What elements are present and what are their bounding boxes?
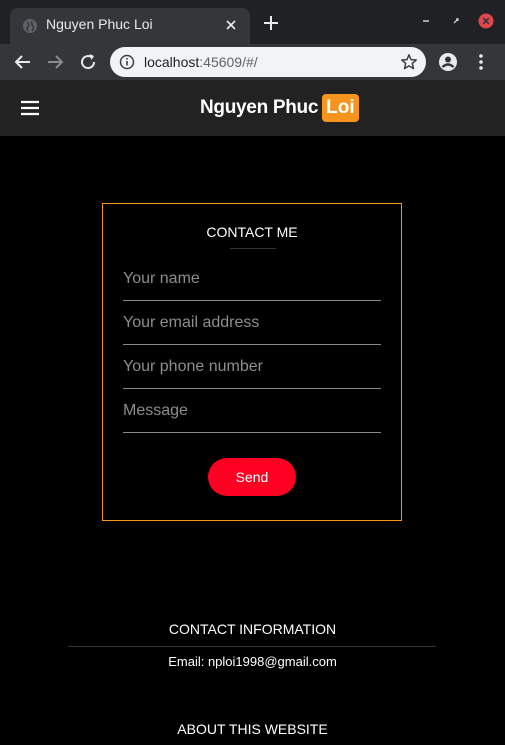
phone-input[interactable] [123,345,381,389]
reload-icon[interactable] [77,51,99,73]
hamburger-menu-icon[interactable] [20,99,40,117]
contact-form-title: CONTACT ME [206,224,298,240]
site-header: Nguyen Phuc Loi [0,80,505,136]
site-logo[interactable]: Nguyen Phuc Loi [200,92,359,124]
new-tab-icon[interactable] [262,14,280,32]
name-input[interactable] [123,257,381,301]
close-tab-icon[interactable] [222,16,240,34]
logo-accent: Loi [322,94,359,122]
minimize-icon[interactable] [418,13,434,29]
contact-email: Email: nploi1998@gmail.com [168,654,337,669]
url-text: localhost:45609/#/ [144,54,258,70]
logo-name: Nguyen Phuc [200,97,319,118]
restore-icon[interactable] [448,13,464,29]
more-menu-icon[interactable] [470,51,492,73]
browser-tab[interactable]: Nguyen Phuc Loi [10,8,250,44]
send-button[interactable]: Send [208,458,296,496]
account-icon[interactable] [437,51,459,73]
globe-icon [23,19,37,33]
about-heading: ABOUT THIS WEBSITE [177,721,328,737]
contact-info-divider [68,646,436,647]
title-divider [230,248,276,249]
close-window-icon[interactable] [478,13,494,29]
bookmark-star-icon[interactable] [400,53,418,71]
contact-form: CONTACT ME Send [102,203,402,521]
tab-title: Nguyen Phuc Loi [46,16,153,32]
address-bar[interactable]: localhost:45609/#/ [110,47,426,77]
forward-arrow-icon[interactable] [44,51,66,73]
contact-info-heading: CONTACT INFORMATION [168,621,337,637]
message-input[interactable] [123,389,381,433]
info-icon[interactable] [119,54,135,70]
url-path: :45609/#/ [199,54,258,70]
url-host: localhost [144,54,200,70]
browser-toolbar: localhost:45609/#/ [0,44,505,80]
browser-titlebar: Nguyen Phuc Loi [0,0,505,44]
email-input[interactable] [123,301,381,345]
back-arrow-icon[interactable] [12,51,34,73]
